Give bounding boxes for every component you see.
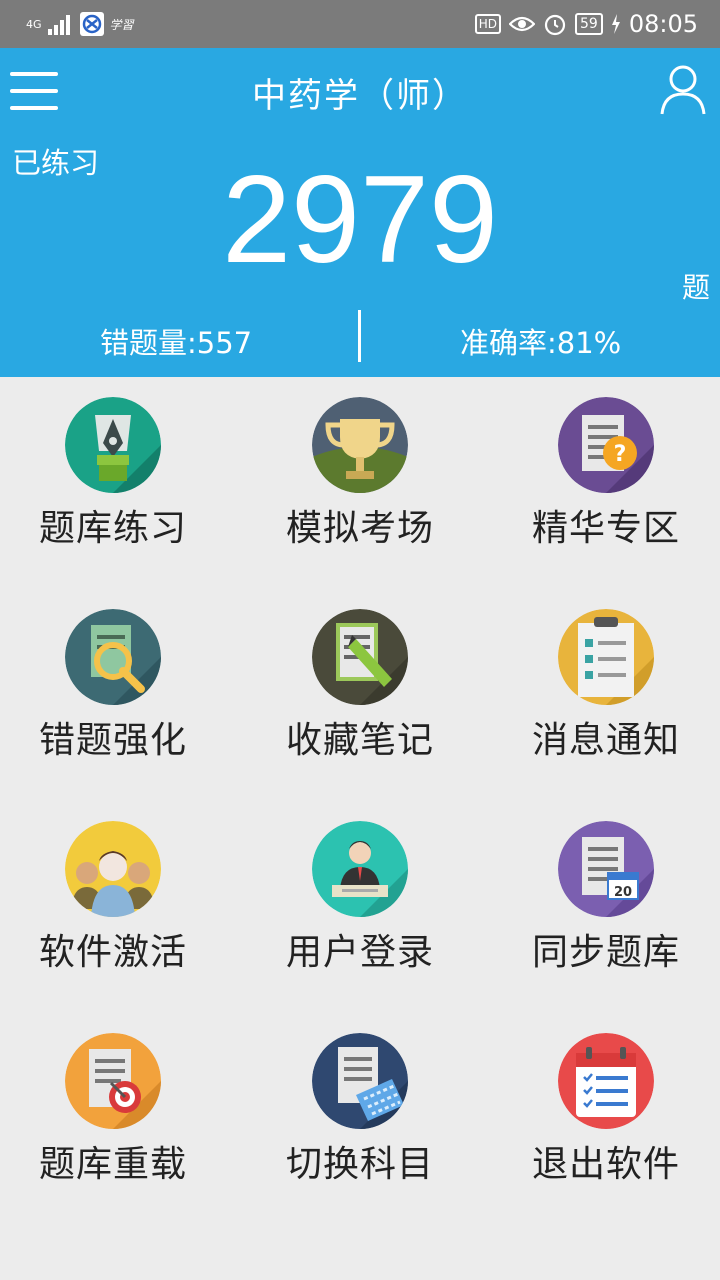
user-profile-button[interactable]	[660, 64, 706, 116]
menu-item-question-bank[interactable]: 题库练习	[0, 377, 240, 589]
svg-text:?: ?	[614, 442, 627, 467]
practiced-count: 2979	[222, 151, 498, 289]
network-type: 4G	[26, 17, 42, 31]
menu-item-label: 错题强化	[38, 720, 187, 761]
document-keyboard-icon	[312, 1033, 408, 1129]
alarm-icon	[544, 14, 566, 36]
clipboard-checklist-icon	[558, 609, 654, 705]
menu-item-label: 模拟考场	[285, 508, 434, 549]
app-notification-icon	[79, 12, 104, 36]
document-calendar-icon: 20	[558, 821, 654, 917]
stats-row: 错题量:557 准确率:81%	[0, 310, 720, 364]
menu-item-label: 软件激活	[38, 932, 187, 973]
app-hint-text: 学習	[109, 17, 134, 32]
user-icon	[660, 65, 706, 115]
menu-item-label: 用户登录	[285, 932, 434, 973]
menu-item-label: 同步题库	[531, 932, 680, 973]
menu-item-favorites-notes[interactable]: 收藏笔记	[247, 589, 487, 801]
accuracy-rate: 准确率:81%	[460, 326, 622, 360]
menu-item-exit[interactable]: 退出软件	[493, 1013, 720, 1225]
charging-icon	[611, 14, 620, 34]
trophy-icon	[312, 397, 408, 493]
pen-nib-icon	[65, 397, 161, 493]
users-group-icon	[65, 821, 161, 917]
menu-item-label: 收藏笔记	[285, 720, 434, 761]
menu-item-label: 消息通知	[531, 720, 680, 761]
menu-item-notifications[interactable]: 消息通知	[493, 589, 720, 801]
clock: 08:05	[628, 10, 698, 38]
document-pencil-icon	[312, 609, 408, 705]
menu-item-login[interactable]: 用户登录	[247, 801, 487, 1013]
svg-text:20: 20	[614, 885, 632, 900]
menu-item-sync-bank[interactable]: 20 同步题库	[493, 801, 720, 1013]
document-question-icon: ?	[558, 397, 654, 493]
page-title: 中药学（师）	[252, 76, 468, 116]
menu-item-label: 题库重载	[38, 1144, 187, 1185]
menu-item-activation[interactable]: 软件激活	[0, 801, 240, 1013]
user-desk-icon	[312, 821, 408, 917]
document-target-icon	[65, 1033, 161, 1129]
menu-item-label: 退出软件	[531, 1144, 680, 1185]
menu-item-essentials[interactable]: ? 精华专区	[493, 377, 720, 589]
calendar-list-icon	[558, 1033, 654, 1129]
menu-item-reload-bank[interactable]: 题库重载	[0, 1013, 240, 1225]
menu-item-label: 精华专区	[531, 508, 680, 549]
document-search-icon	[65, 609, 161, 705]
summary-header: 中药学（师） 已练习 2979 题 错题量:557 准确率:81%	[0, 48, 720, 377]
menu-item-label: 题库练习	[38, 508, 187, 549]
count-unit: 题	[681, 271, 710, 304]
menu-item-wrong-questions[interactable]: 错题强化	[0, 589, 240, 801]
wrong-count[interactable]: 错题量:557	[100, 320, 252, 362]
menu-item-label: 切换科目	[285, 1144, 434, 1185]
menu-item-switch-subject[interactable]: 切换科目	[247, 1013, 487, 1225]
battery-indicator: 59	[575, 13, 603, 35]
menu-item-mock-exam[interactable]: 模拟考场	[247, 377, 487, 589]
signal-icon	[47, 15, 70, 35]
eye-icon	[509, 16, 535, 32]
hd-badge: HD	[474, 14, 501, 34]
stats-divider	[358, 310, 361, 362]
status-bar: 4G 学習 HD 59 08:05	[0, 0, 720, 48]
